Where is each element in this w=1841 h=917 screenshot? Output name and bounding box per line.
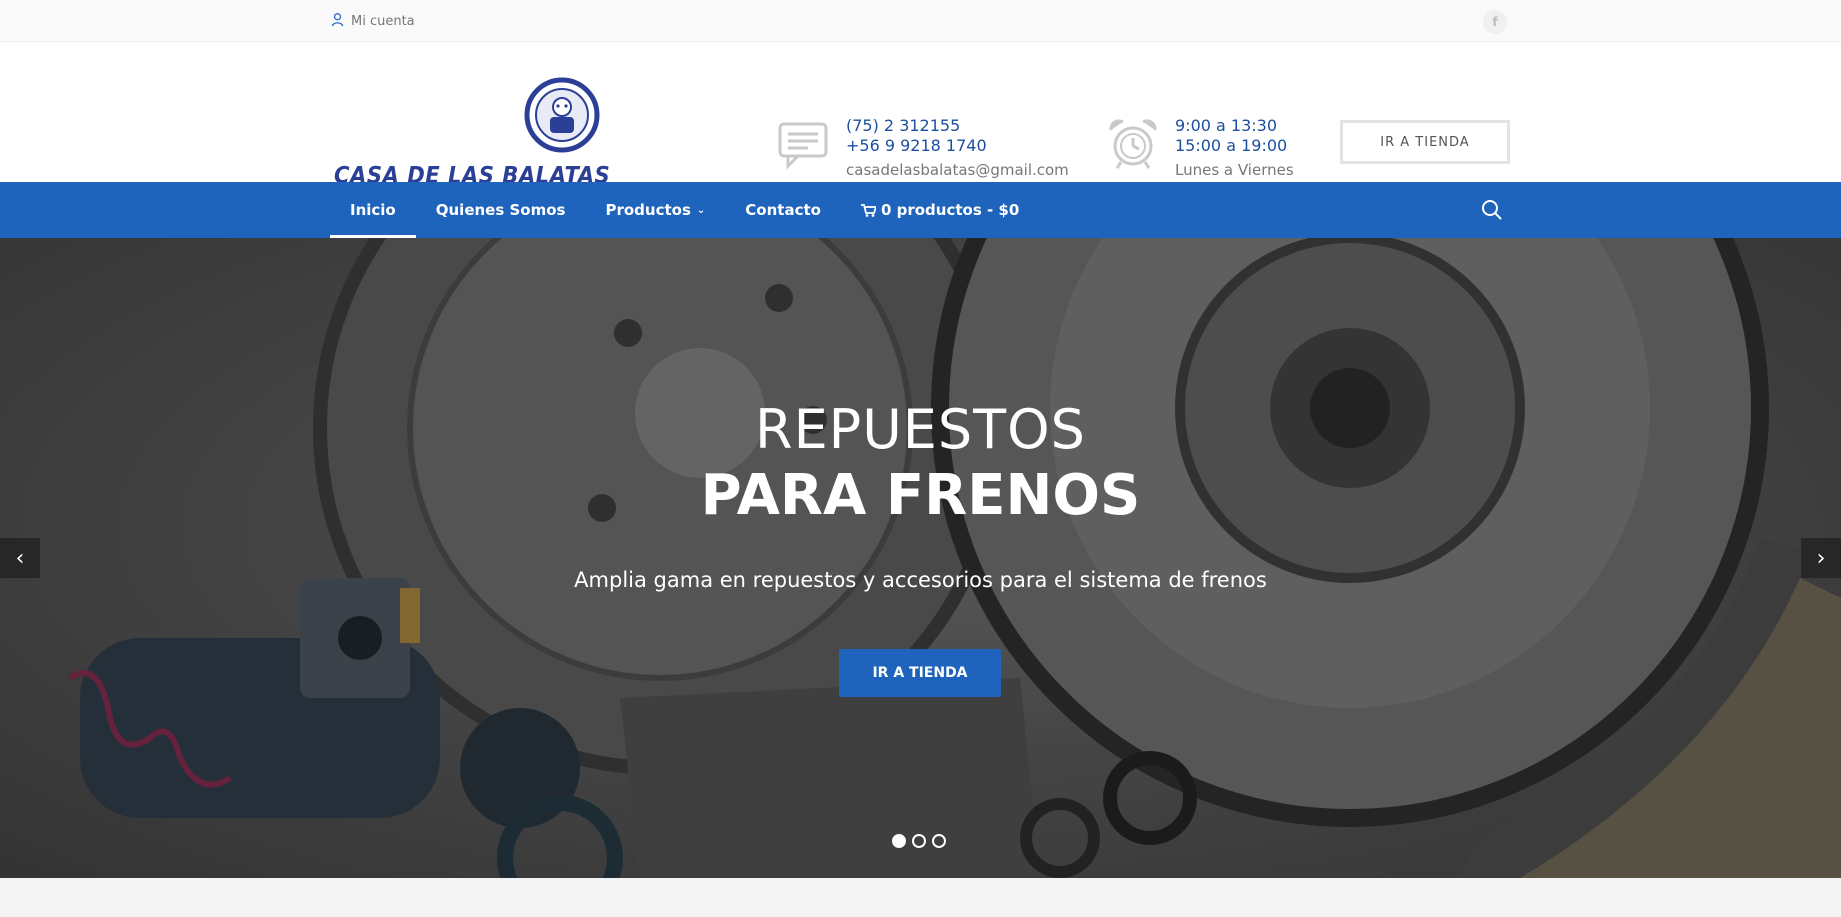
- nav-label: Inicio: [350, 201, 396, 219]
- nav-item-productos[interactable]: Productos ⌄: [585, 182, 725, 238]
- my-account-label: Mi cuenta: [351, 14, 415, 29]
- slider-dot-3[interactable]: [932, 834, 946, 848]
- hours-afternoon: 15:00 a 19:00: [1175, 136, 1288, 155]
- nav-label: Quienes Somos: [435, 201, 566, 219]
- nav-item-cart[interactable]: 0 productos - $0: [841, 182, 1039, 238]
- alarm-clock-icon: [1109, 119, 1157, 169]
- hours-morning: 9:00 a 13:30: [1175, 116, 1278, 135]
- store-button-hero[interactable]: IR A TIENDA: [839, 649, 1001, 697]
- hero-subtitle: Amplia gama en repuestos y accesorios pa…: [574, 568, 1267, 592]
- slider-dot-1[interactable]: [892, 834, 906, 848]
- hours-info: 9:00 a 13:30 15:00 a 19:00 Lunes a Viern…: [1105, 116, 1294, 181]
- hero-slider: REPUESTOS PARA FRENOS Amplia gama en rep…: [0, 238, 1841, 878]
- cart-icon: [860, 203, 876, 217]
- search-icon[interactable]: [1480, 198, 1504, 222]
- user-icon: [330, 12, 345, 31]
- my-account-link[interactable]: Mi cuenta: [330, 12, 415, 31]
- site-header: CASA DE LAS BALATAS (75) 2 312155 +56 9 …: [0, 42, 1841, 189]
- hero-title-line-1: REPUESTOS: [755, 398, 1086, 461]
- contact-info: (75) 2 312155 +56 9 9218 1740 casadelasb…: [776, 116, 1069, 181]
- logo-emblem: [524, 77, 600, 153]
- slider-dots: [892, 834, 946, 848]
- arrow-left-icon[interactable]: ‹: [0, 538, 40, 578]
- main-nav: Inicio Quienes Somos Productos ⌄ Contact…: [0, 182, 1841, 238]
- chat-icon: [778, 122, 828, 170]
- cart-summary: 0 productos - $0: [880, 201, 1020, 219]
- arrow-right-icon[interactable]: ›: [1801, 538, 1841, 578]
- logo[interactable]: CASA DE LAS BALATAS: [334, 75, 610, 193]
- top-bar: Mi cuenta f: [0, 0, 1841, 42]
- phone-2[interactable]: +56 9 9218 1740: [846, 136, 1069, 156]
- hero-overlay: [0, 238, 1841, 878]
- chevron-down-icon: ⌄: [696, 204, 706, 216]
- hero-title-line-2: PARA FRENOS: [700, 463, 1141, 528]
- days: Lunes a Viernes: [1175, 161, 1294, 179]
- nav-label: Productos: [605, 201, 691, 219]
- nav-item-contacto[interactable]: Contacto: [725, 182, 841, 238]
- facebook-icon[interactable]: f: [1483, 10, 1507, 34]
- store-button-header[interactable]: IR A TIENDA: [1340, 120, 1510, 164]
- email[interactable]: casadelasbalatas@gmail.com: [846, 159, 1069, 181]
- nav-item-inicio[interactable]: Inicio: [330, 182, 416, 238]
- nav-label: Contacto: [745, 201, 821, 219]
- slider-dot-2[interactable]: [912, 834, 926, 848]
- nav-item-quienes-somos[interactable]: Quienes Somos: [416, 182, 586, 238]
- page-bottom: [0, 878, 1841, 917]
- phone-1[interactable]: (75) 2 312155: [846, 116, 1069, 136]
